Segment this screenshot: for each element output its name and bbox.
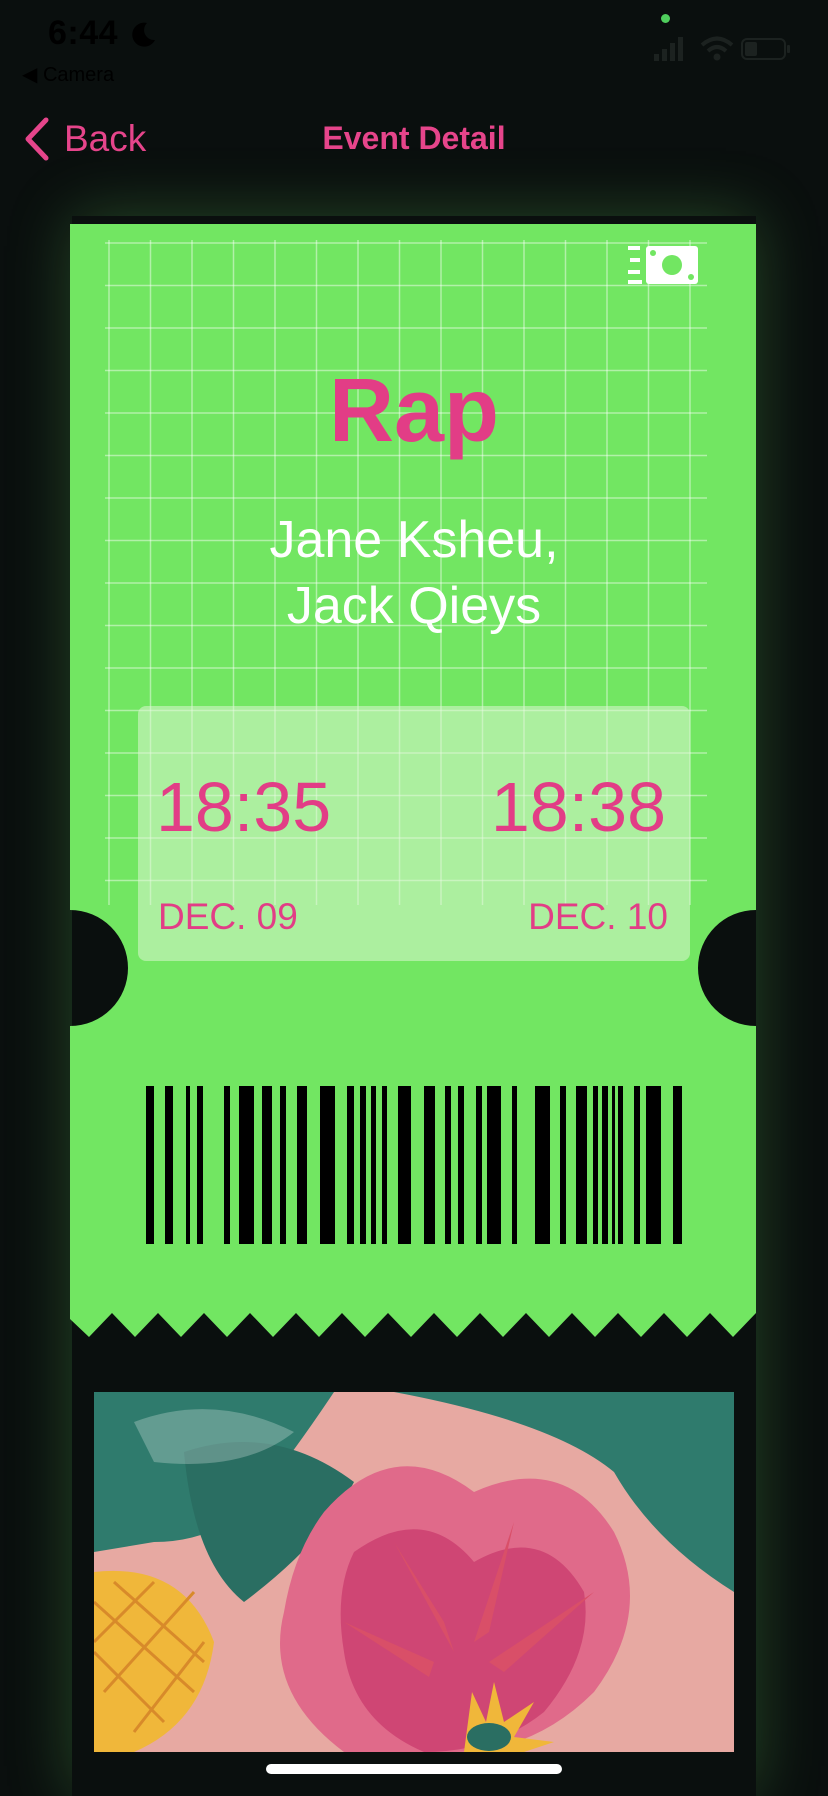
start-date: DEC. 09 bbox=[158, 896, 298, 937]
artist-line-1: Jane Ksheu, bbox=[269, 511, 559, 569]
battery-icon bbox=[741, 38, 790, 60]
status-time: 6:44 bbox=[48, 14, 119, 52]
back-to-camera-link[interactable]: ◀ Camera bbox=[22, 62, 114, 87]
end-date: DEC. 10 bbox=[528, 896, 668, 937]
wifi-icon bbox=[700, 36, 734, 61]
barcode bbox=[146, 1086, 682, 1244]
signal-icon bbox=[654, 37, 683, 61]
moon-icon bbox=[132, 22, 155, 47]
event-title: Rap bbox=[328, 361, 500, 461]
end-time: 18:38 bbox=[490, 768, 666, 846]
home-indicator[interactable] bbox=[266, 1764, 562, 1774]
privacy-indicator bbox=[661, 14, 670, 23]
artist-line-2: Jack Qieys bbox=[286, 577, 542, 635]
event-photo[interactable] bbox=[94, 1392, 734, 1752]
money-icon[interactable] bbox=[628, 244, 700, 288]
page-title: Event Detail bbox=[322, 120, 506, 156]
start-time: 18:35 bbox=[156, 768, 332, 846]
